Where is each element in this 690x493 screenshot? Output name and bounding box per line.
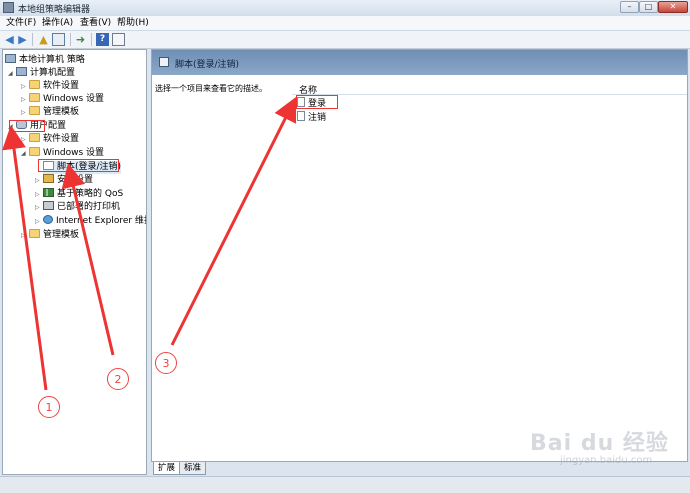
details-pane: 脚本(登录/注销) 选择一个项目来查看它的描述。 名称 登录 注销	[151, 49, 688, 462]
tree-label: 本地计算机 策略	[19, 55, 85, 65]
column-name-label: 名称	[299, 86, 318, 96]
tab-standard[interactable]: 标准	[179, 462, 207, 475]
description-area: 选择一个项目来查看它的描述。	[152, 75, 292, 455]
tree-node-scripts-logon-logoff[interactable]: 脚本(登录/注销)	[43, 161, 122, 174]
tree-label: 软件设置	[43, 81, 80, 91]
tree-node-ie-maintenance[interactable]: ▷ Internet Explorer 维护	[35, 215, 147, 228]
list-item-logoff[interactable]: 注销	[297, 111, 326, 123]
properties-icon[interactable]	[112, 33, 125, 46]
list-item-logon[interactable]: 登录	[297, 97, 326, 109]
folder-icon	[29, 106, 40, 115]
tab-extended[interactable]: 扩展	[153, 462, 181, 475]
details-title: 脚本(登录/注销)	[175, 60, 240, 70]
tree-label: 脚本(登录/注销)	[57, 162, 122, 172]
group-policy-editor-window: 本地组策略编辑器 – □ ✕ 文件(F) 操作(A) 查看(V) 帮助(H) ◀…	[0, 0, 690, 493]
expand-arrow-icon[interactable]: ▷	[35, 215, 42, 228]
forward-icon[interactable]: ▶	[16, 33, 29, 46]
minimize-button[interactable]: –	[620, 1, 639, 13]
tree-label: 已部署的打印机	[57, 202, 121, 212]
folder-icon	[29, 80, 40, 89]
folder-icon	[29, 93, 40, 102]
tree-label: 安全设置	[57, 175, 94, 185]
collapse-arrow-icon[interactable]: ◢	[8, 67, 15, 80]
tree-label: 基于策略的 QoS	[57, 189, 124, 199]
collapse-arrow-icon[interactable]: ◢	[8, 120, 15, 133]
expand-arrow-icon[interactable]: ▷	[21, 229, 28, 242]
tree-node-cc-software-settings[interactable]: ▷ 软件设置	[21, 80, 80, 93]
toolbar-separator	[70, 33, 71, 46]
column-header-name[interactable]: 名称	[292, 82, 687, 96]
tree-label: 软件设置	[43, 134, 80, 144]
script-icon	[43, 161, 54, 170]
menu-view[interactable]: 查看(V)	[80, 17, 111, 29]
expand-arrow-icon[interactable]: ▷	[21, 93, 28, 106]
expand-arrow-icon[interactable]: ▷	[35, 174, 42, 187]
title-bar: 本地组策略编辑器 – □ ✕	[0, 0, 690, 17]
tree-node-uc-admin-templates[interactable]: ▷ 管理模板	[21, 229, 80, 242]
status-bar	[0, 476, 690, 493]
tree-node-security-settings[interactable]: ▷ 安全设置	[35, 174, 94, 187]
computer-policy-icon	[5, 54, 16, 63]
tree-node-computer-configuration[interactable]: ◢ 计算机配置	[8, 67, 76, 80]
expand-arrow-icon[interactable]: ▷	[21, 80, 28, 93]
tree-label: 计算机配置	[30, 68, 76, 78]
toolbar-separator	[32, 33, 33, 46]
show-hide-tree-icon[interactable]	[52, 33, 65, 46]
expand-arrow-icon[interactable]: ▷	[21, 106, 28, 119]
back-icon[interactable]: ◀	[3, 33, 16, 46]
user-icon	[16, 120, 27, 129]
folder-icon	[29, 229, 40, 238]
list-item-label: 注销	[308, 113, 327, 123]
expand-arrow-icon[interactable]: ▷	[35, 201, 42, 214]
tree-node-policy-based-qos[interactable]: ▷ 基于策略的 QoS	[35, 188, 124, 201]
items-list: 名称 登录 注销	[292, 75, 687, 455]
menu-file[interactable]: 文件(F)	[6, 17, 36, 29]
window-title: 本地组策略编辑器	[18, 5, 91, 15]
collapse-arrow-icon[interactable]: ◢	[21, 147, 28, 160]
view-tabs: 扩展 标准	[151, 462, 688, 475]
help-icon[interactable]: ?	[96, 33, 109, 46]
tree-label: Internet Explorer 维护	[56, 216, 147, 226]
app-icon	[3, 2, 14, 13]
menu-bar: 文件(F) 操作(A) 查看(V) 帮助(H)	[0, 16, 690, 31]
printer-icon	[43, 201, 54, 210]
details-header: 脚本(登录/注销)	[152, 50, 687, 75]
up-icon[interactable]: ▲	[37, 33, 50, 46]
tree-node-deployed-printers[interactable]: ▷ 已部署的打印机	[35, 201, 121, 214]
security-icon	[43, 174, 54, 183]
computer-icon	[16, 67, 27, 76]
toolbar: ◀ ▶ ▲ ➜ ?	[0, 31, 690, 49]
expand-arrow-icon[interactable]: ▷	[21, 133, 28, 146]
tree-node-cc-admin-templates[interactable]: ▷ 管理模板	[21, 106, 80, 119]
tree-node-local-computer-policy[interactable]: 本地计算机 策略	[5, 54, 85, 67]
menu-help[interactable]: 帮助(H)	[117, 17, 149, 29]
tree-label: Windows 设置	[43, 148, 105, 158]
toolbar-separator	[91, 33, 92, 46]
script-file-icon	[297, 111, 305, 121]
description-text: 选择一个项目来查看它的描述。	[155, 84, 267, 93]
tree-node-cc-windows-settings[interactable]: ▷ Windows 设置	[21, 93, 105, 106]
folder-icon	[29, 147, 40, 156]
expand-arrow-icon[interactable]: ▷	[35, 188, 42, 201]
script-icon	[159, 57, 169, 67]
tree-label: 管理模板	[43, 107, 80, 117]
menu-action[interactable]: 操作(A)	[42, 17, 73, 29]
console-tree: 本地计算机 策略 ◢ 计算机配置 ▷ 软件设置 ▷ Windows 设置 ▷ 管…	[2, 49, 147, 475]
folder-icon	[29, 133, 40, 142]
tree-node-uc-windows-settings[interactable]: ◢ Windows 设置	[21, 147, 105, 160]
qos-chart-icon	[43, 188, 54, 197]
tree-label: 用户配置	[30, 121, 67, 131]
internet-explorer-icon	[43, 215, 53, 224]
maximize-button[interactable]: □	[639, 1, 658, 13]
tree-label: 管理模板	[43, 230, 80, 240]
export-icon[interactable]: ➜	[74, 33, 87, 46]
script-file-icon	[297, 97, 305, 107]
tree-node-uc-software-settings[interactable]: ▷ 软件设置	[21, 133, 80, 146]
list-item-label: 登录	[308, 99, 327, 109]
tree-node-user-configuration[interactable]: ◢ 用户配置	[8, 120, 67, 133]
close-button[interactable]: ✕	[658, 1, 688, 13]
tree-label: Windows 设置	[43, 94, 105, 104]
